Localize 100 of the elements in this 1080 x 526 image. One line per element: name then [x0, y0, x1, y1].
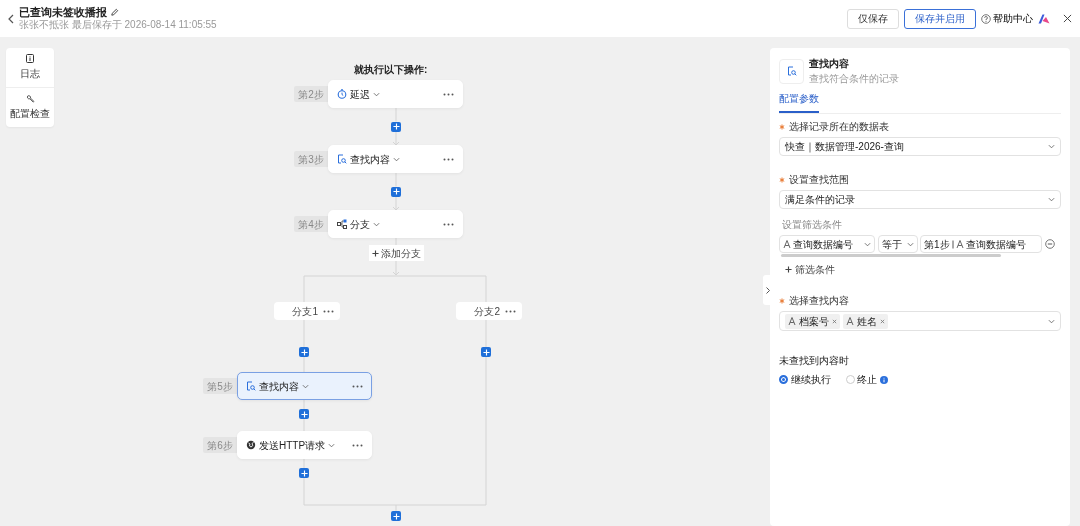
text-field-icon	[783, 240, 791, 248]
add-step-button[interactable]	[299, 409, 309, 419]
caret-icon	[373, 221, 380, 227]
save-button[interactable]: 仅保存	[846, 8, 899, 29]
help-link[interactable]: 帮助中心	[980, 11, 1033, 26]
caret-icon	[1048, 318, 1055, 324]
field-label: 设置查找范围	[789, 173, 849, 187]
plus-icon	[392, 512, 400, 520]
logo-icon[interactable]	[1038, 13, 1050, 24]
text-field-icon	[955, 240, 964, 248]
back-icon[interactable]	[8, 13, 14, 24]
plus-icon	[392, 123, 400, 130]
content-select[interactable]: 档案号 姓名	[779, 311, 1061, 331]
add-condition-button[interactable]: 筛选条件	[785, 262, 835, 277]
step-card[interactable]: 分支	[328, 210, 463, 238]
caret-icon	[1048, 144, 1055, 149]
close-icon[interactable]	[1063, 14, 1072, 23]
save-and-enable-button[interactable]: 保存并启用	[903, 8, 976, 29]
edit-icon[interactable]	[109, 8, 119, 17]
info-icon[interactable]	[879, 375, 888, 384]
separator-icon	[951, 239, 954, 249]
step-label: 第5步	[203, 378, 237, 394]
plus-icon	[300, 410, 308, 418]
remove-tag-icon[interactable]	[832, 318, 837, 324]
more-icon[interactable]	[443, 222, 454, 226]
remove-icon[interactable]	[1044, 239, 1055, 249]
caret-icon	[328, 442, 336, 448]
field-label: 选择查找内容	[789, 294, 849, 308]
caret-icon	[1048, 197, 1055, 202]
more-icon[interactable]	[352, 443, 363, 447]
step-title: 查找内容	[259, 379, 299, 394]
step-card[interactable]: 延迟	[328, 80, 463, 108]
step-label: 第4步	[294, 216, 328, 232]
step-title: 延迟	[350, 87, 370, 102]
table-select[interactable]: 快查｜数据管理-2026-查询	[779, 137, 1061, 156]
plus-icon	[372, 249, 379, 257]
step-card[interactable]: 发送HTTP请求	[237, 431, 372, 459]
field-label: 设置筛选条件	[782, 218, 843, 232]
operator-select[interactable]: 等于	[877, 235, 918, 253]
workflow-title: 已查询未签收播报	[19, 6, 107, 19]
chevron-right-icon	[766, 286, 770, 294]
caret-icon	[864, 241, 871, 247]
log-button[interactable]: 日志	[6, 48, 54, 87]
add-step-button[interactable]	[391, 121, 401, 132]
info-document-icon	[26, 54, 34, 63]
add-step-button[interactable]	[481, 347, 491, 357]
connector-line	[392, 131, 400, 146]
more-icon[interactable]	[323, 309, 334, 313]
plus-icon	[300, 469, 308, 477]
step-title: 发送HTTP请求	[259, 438, 326, 453]
radio-option[interactable]: 继续执行	[779, 372, 831, 387]
caret-icon	[302, 383, 309, 389]
more-icon[interactable]	[505, 309, 516, 313]
caret-icon	[393, 156, 400, 162]
more-icon[interactable]	[352, 384, 363, 388]
step-card[interactable]: 查找内容	[237, 372, 372, 400]
panel-subtitle: 查找符合条件的记录	[809, 72, 899, 86]
wrench-icon	[25, 94, 35, 103]
field-label: 选择记录所在的数据表	[789, 120, 889, 134]
add-step-button[interactable]	[391, 511, 401, 521]
plus-icon	[392, 188, 400, 195]
add-step-button[interactable]	[299, 347, 309, 357]
branch-icon	[337, 219, 347, 229]
flow-heading: 就执行以下操作:	[354, 63, 428, 77]
caret-icon	[906, 241, 914, 247]
radio-option[interactable]: 终止	[845, 372, 888, 387]
more-icon[interactable]	[443, 157, 454, 161]
plus-icon	[482, 348, 490, 356]
connector-line	[392, 196, 400, 211]
panel-title: 查找内容	[809, 57, 850, 71]
condition-field-select[interactable]: 查询数据编号	[779, 235, 875, 253]
help-icon	[980, 13, 991, 24]
record-search-icon	[786, 66, 797, 76]
caret-icon	[373, 91, 380, 97]
add-step-button[interactable]	[299, 468, 309, 478]
field-label: 未查找到内容时	[779, 354, 850, 368]
text-field-icon	[845, 317, 854, 325]
branch-label[interactable]: 分支1	[274, 302, 340, 320]
field-tag: 姓名	[842, 313, 888, 329]
config-check-button[interactable]: 配置检查	[6, 87, 54, 127]
panel-tab[interactable]: 配置参数	[779, 91, 819, 113]
step-label: 第3步	[294, 151, 328, 167]
text-field-icon	[788, 317, 796, 325]
save-info: 张张不抵张 最后保存于 2026-08-14 11:05:55	[19, 19, 217, 31]
plus-icon	[300, 348, 308, 356]
add-branch-button[interactable]: 添加分支	[369, 245, 424, 261]
step-card[interactable]: 查找内容	[328, 145, 463, 173]
condition-value-field[interactable]: 第1步 查询数据编号	[920, 235, 1042, 253]
step-title: 查找内容	[350, 152, 390, 167]
remove-tag-icon[interactable]	[879, 318, 885, 324]
record-search-icon	[337, 154, 347, 164]
scope-select[interactable]: 满足条件的记录	[779, 190, 1061, 209]
branch-label[interactable]: 分支2	[456, 302, 522, 320]
add-step-button[interactable]	[391, 186, 401, 197]
step-title: 分支	[350, 217, 370, 232]
stopwatch-icon	[337, 89, 347, 99]
globe-icon	[246, 440, 256, 450]
step-label: 第2步	[294, 86, 328, 102]
plus-icon	[785, 266, 792, 273]
more-icon[interactable]	[443, 92, 454, 96]
